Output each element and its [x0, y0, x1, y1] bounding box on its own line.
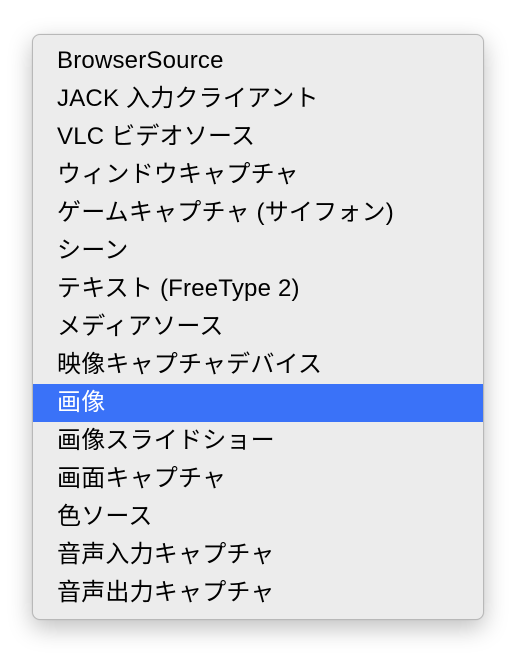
- menu-item-label: 画像: [57, 389, 105, 416]
- menu-item-media-source[interactable]: メディアソース: [33, 308, 483, 346]
- menu-item-label: 画像スライドショー: [57, 427, 275, 454]
- menu-item-scene[interactable]: シーン: [33, 232, 483, 270]
- menu-item-label: 音声出力キャプチャ: [57, 579, 275, 606]
- menu-item-color-source[interactable]: 色ソース: [33, 498, 483, 536]
- menu-item-label: 映像キャプチャデバイス: [57, 351, 322, 378]
- source-type-menu: BrowserSource JACK 入力クライアント VLC ビデオソース ウ…: [32, 34, 484, 620]
- menu-item-audio-output-capture[interactable]: 音声出力キャプチャ: [33, 574, 483, 612]
- menu-item-window-capture[interactable]: ウィンドウキャプチャ: [33, 156, 483, 194]
- menu-item-label: BrowserSource: [57, 47, 224, 74]
- menu-item-label: 画面キャプチャ: [57, 465, 226, 492]
- menu-item-video-capture-device[interactable]: 映像キャプチャデバイス: [33, 346, 483, 384]
- menu-item-image-slide-show[interactable]: 画像スライドショー: [33, 422, 483, 460]
- menu-item-text-freetype2[interactable]: テキスト (FreeType 2): [33, 270, 483, 308]
- menu-item-browser-source[interactable]: BrowserSource: [33, 42, 483, 80]
- menu-item-vlc-video-source[interactable]: VLC ビデオソース: [33, 118, 483, 156]
- menu-item-image[interactable]: 画像: [33, 384, 483, 422]
- menu-item-label: 音声入力キャプチャ: [57, 541, 275, 568]
- menu-item-label: シーン: [57, 237, 128, 264]
- menu-item-label: 色ソース: [57, 503, 153, 530]
- menu-item-label: ウィンドウキャプチャ: [57, 161, 299, 188]
- menu-item-jack-input-client[interactable]: JACK 入力クライアント: [33, 80, 483, 118]
- menu-item-game-capture-syphon[interactable]: ゲームキャプチャ (サイフォン): [33, 194, 483, 232]
- menu-item-label: テキスト (FreeType 2): [57, 275, 300, 302]
- menu-item-label: VLC ビデオソース: [57, 123, 255, 150]
- menu-item-display-capture[interactable]: 画面キャプチャ: [33, 460, 483, 498]
- menu-item-audio-input-capture[interactable]: 音声入力キャプチャ: [33, 536, 483, 574]
- menu-item-label: ゲームキャプチャ (サイフォン): [57, 199, 394, 226]
- menu-item-label: メディアソース: [57, 313, 224, 340]
- menu-item-label: JACK 入力クライアント: [57, 85, 319, 112]
